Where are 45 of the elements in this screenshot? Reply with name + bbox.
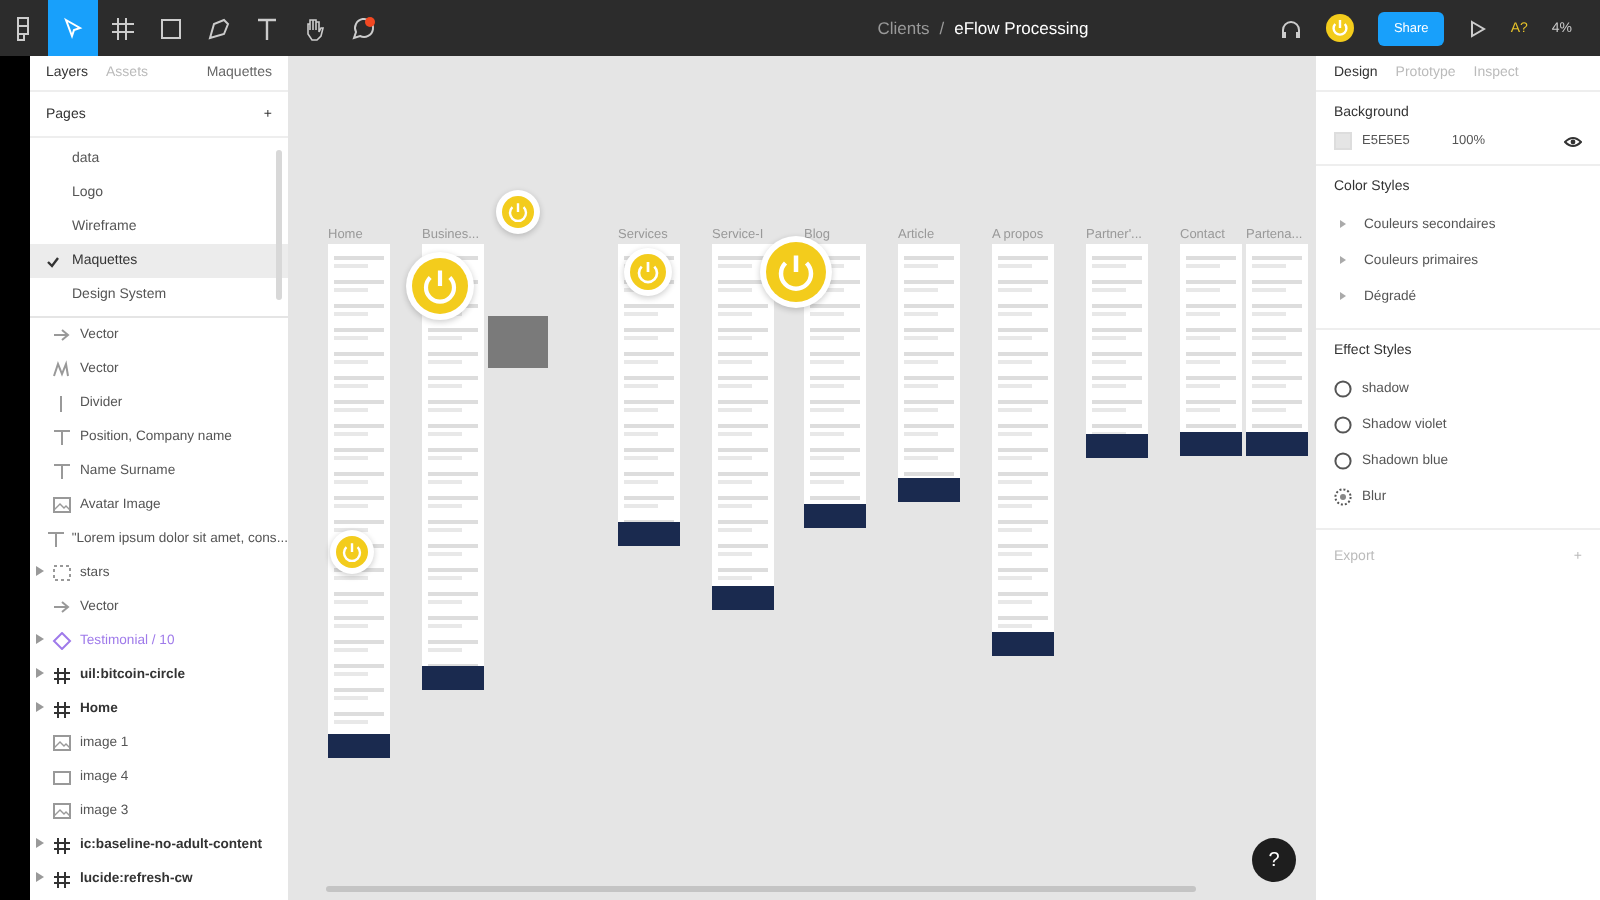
expand-icon[interactable] — [35, 668, 43, 678]
eye-icon[interactable] — [1564, 135, 1582, 147]
pen-icon[interactable] — [205, 15, 231, 41]
play-icon[interactable] — [1468, 19, 1487, 37]
square-icon[interactable] — [157, 15, 183, 41]
text-icon — [51, 428, 71, 446]
hash-icon — [51, 870, 71, 888]
shadow-circle-icon — [1334, 379, 1352, 397]
expand-icon[interactable] — [35, 566, 43, 576]
arrow-icon — [51, 598, 71, 616]
arrow-icon — [51, 326, 71, 344]
hash-icon — [51, 666, 71, 684]
expand-icon[interactable] — [35, 872, 43, 882]
shadow-circle-icon — [1334, 415, 1352, 433]
headphones-icon[interactable] — [1279, 17, 1302, 39]
cursor-icon[interactable] — [60, 15, 86, 41]
image-icon — [51, 496, 71, 514]
shadow-circle-icon — [1334, 451, 1352, 469]
dashed-group-icon — [51, 564, 71, 582]
hash-icon — [51, 700, 71, 718]
image-icon — [51, 802, 71, 820]
blur-circle-icon — [1334, 487, 1352, 505]
breadcrumb-separator: / — [939, 18, 945, 38]
breadcrumb-link[interactable]: Clients — [877, 18, 930, 38]
hash-icon — [51, 836, 71, 854]
rectangle-icon — [51, 768, 71, 786]
frame-thumbnail[interactable] — [488, 316, 548, 368]
expand-icon[interactable] — [35, 634, 43, 644]
component-icon — [51, 632, 71, 650]
hand-icon[interactable] — [301, 15, 327, 41]
image-icon — [51, 734, 71, 752]
power-avatar-icon[interactable] — [1325, 14, 1354, 42]
hash-frame-icon[interactable] — [109, 15, 135, 41]
text-icon[interactable] — [253, 15, 279, 41]
text-icon — [51, 462, 71, 480]
help-button[interactable]: ? — [1252, 838, 1296, 882]
comment-icon[interactable] — [349, 15, 375, 41]
file-name[interactable]: eFlow Processing — [954, 18, 1089, 38]
scrollbar[interactable] — [326, 886, 1196, 892]
check-icon — [46, 255, 60, 267]
expand-icon[interactable] — [35, 838, 43, 848]
scrollbar[interactable] — [276, 150, 282, 300]
expand-icon[interactable] — [35, 702, 43, 712]
text-icon — [45, 530, 66, 548]
color-swatch[interactable] — [1334, 132, 1352, 150]
